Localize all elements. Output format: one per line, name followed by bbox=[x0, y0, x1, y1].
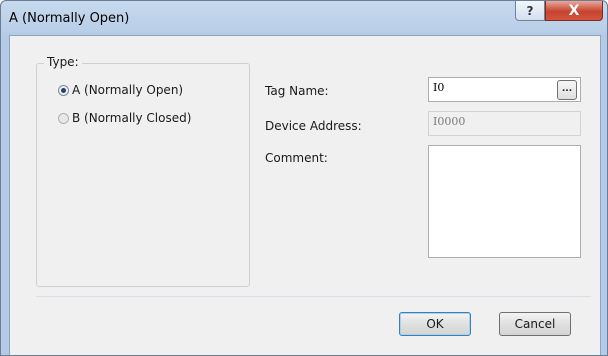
radio-option-a[interactable]: A (Normally Open) bbox=[58, 83, 183, 97]
device-address-value: I0000 bbox=[433, 115, 466, 128]
window-title: A (Normally Open) bbox=[9, 11, 130, 26]
tag-browse-button[interactable]: ... bbox=[557, 80, 577, 100]
type-group-label: Type: bbox=[44, 55, 82, 69]
close-icon: X bbox=[568, 2, 580, 19]
help-button[interactable]: ? bbox=[515, 1, 545, 21]
device-address-label: Device Address: bbox=[265, 119, 362, 133]
radio-button-a[interactable] bbox=[58, 84, 69, 96]
tag-name-label: Tag Name: bbox=[265, 84, 329, 98]
comment-textarea[interactable] bbox=[428, 145, 581, 258]
ok-button[interactable]: OK bbox=[399, 312, 471, 336]
radio-button-b[interactable] bbox=[58, 112, 69, 124]
device-address-field: I0000 bbox=[428, 111, 581, 136]
help-icon: ? bbox=[526, 3, 534, 18]
close-button[interactable]: X bbox=[545, 1, 603, 21]
tag-name-value: I0 bbox=[433, 81, 445, 94]
radio-option-b[interactable]: B (Normally Closed) bbox=[58, 111, 191, 125]
radio-option-a-label: A (Normally Open) bbox=[72, 83, 184, 97]
cancel-button[interactable]: Cancel bbox=[499, 312, 571, 336]
comment-label: Comment: bbox=[265, 151, 328, 165]
button-separator bbox=[36, 296, 591, 297]
type-group-label-text: Type: bbox=[47, 55, 79, 69]
radio-option-b-label: B (Normally Closed) bbox=[72, 111, 192, 125]
title-bar[interactable]: A (Normally Open) ? X bbox=[1, 1, 607, 35]
